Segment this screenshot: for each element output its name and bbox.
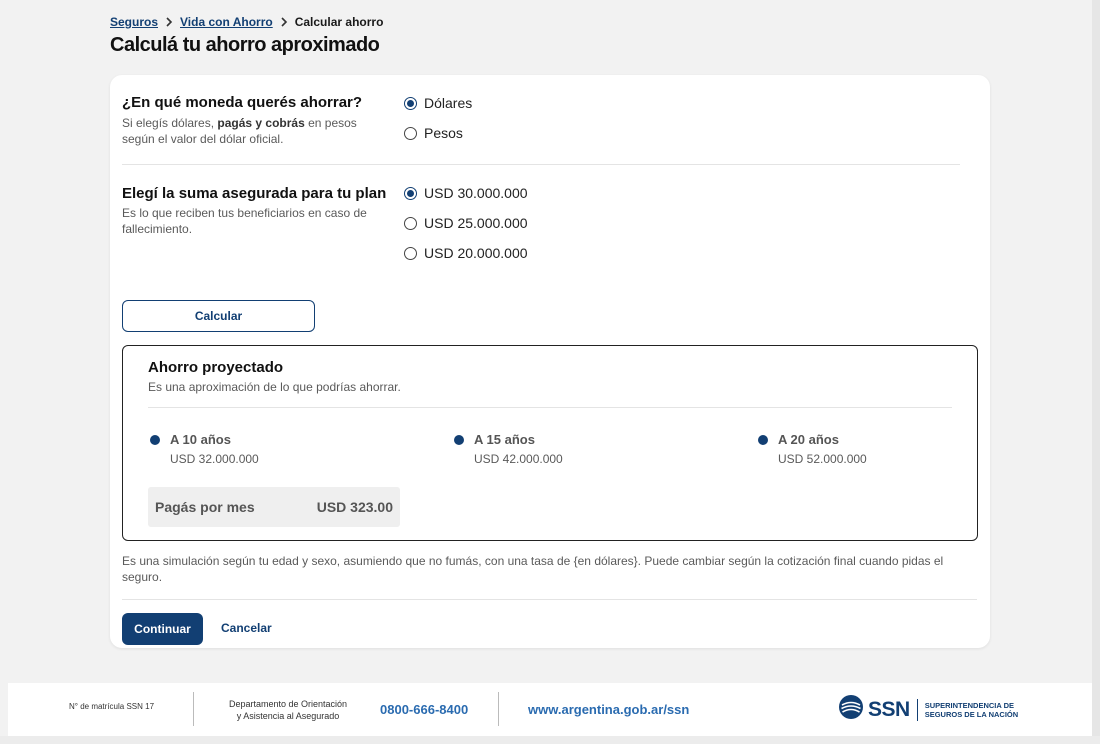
bullet-icon	[150, 435, 160, 445]
currency-desc-bold: pagás y cobrás	[217, 116, 305, 130]
footer-matricula: N° de matrícula SSN 17	[69, 702, 155, 711]
footer-separator	[498, 692, 499, 726]
sum-question-desc: Es lo que reciben tus beneficiarios en c…	[122, 206, 367, 236]
panel-divider	[148, 407, 952, 408]
breadcrumb-link-vida-con-ahorro[interactable]: Vida con Ahorro	[180, 15, 273, 29]
radio-icon	[404, 126, 417, 140]
projected-savings-title: Ahorro proyectado	[148, 359, 284, 376]
footer-dept-line1: Departamento de Orientación	[228, 699, 348, 709]
radio-label: USD 25.000.000	[424, 215, 528, 231]
bottom-strip	[0, 736, 1100, 744]
monthly-payment-box: Pagás por mes USD 323.00	[148, 487, 400, 527]
footer-phone-link[interactable]: 0800-666-8400	[380, 702, 468, 717]
window-frame-right	[1092, 0, 1100, 744]
chevron-right-icon	[164, 16, 174, 28]
window-frame-left	[0, 0, 8, 744]
disclaimer-text: Es una simulación según tu edad y sexo, …	[122, 554, 944, 584]
currency-question-desc: Si elegís dólares, pagás y cobrás en pes…	[122, 116, 357, 146]
projection-label: A 15 años	[474, 432, 535, 447]
radio-label: USD 30.000.000	[424, 185, 528, 201]
radio-option-usd-30m[interactable]: USD 30.000.000	[404, 185, 528, 201]
projection-value: USD 42.000.000	[474, 452, 563, 466]
chevron-right-icon	[279, 16, 289, 28]
ssn-org-name: SUPERINTENDENCIA DE SEGUROS DE LA NACIÓN	[925, 701, 1018, 719]
footer-website-link[interactable]: www.argentina.gob.ar/ssn	[528, 702, 689, 717]
ssn-logo-text: SSN	[868, 697, 910, 721]
bullet-icon	[454, 435, 464, 445]
footer-separator	[193, 692, 194, 726]
section-divider	[122, 164, 960, 165]
radio-option-pesos[interactable]: Pesos	[404, 125, 463, 141]
breadcrumb-link-seguros[interactable]: Seguros	[110, 15, 158, 29]
radio-label: Dólares	[424, 95, 473, 111]
projection-label: A 10 años	[170, 432, 231, 447]
calculator-card: ¿En qué moneda querés ahorrar? Si elegís…	[110, 75, 990, 648]
monthly-payment-label: Pagás por mes	[155, 499, 255, 515]
radio-option-usd-25m[interactable]: USD 25.000.000	[404, 215, 528, 231]
page-title: Calculá tu ahorro aproximado	[110, 34, 380, 56]
footer: N° de matrícula SSN 17 Departamento de O…	[8, 683, 1092, 736]
radio-icon	[404, 246, 417, 260]
org-line2: SEGUROS DE LA NACIÓN	[924, 709, 1019, 719]
radio-selected-icon	[404, 186, 417, 200]
breadcrumb: Seguros Vida con Ahorro Calcular ahorro	[110, 15, 383, 29]
radio-option-usd-20m[interactable]: USD 20.000.000	[404, 245, 528, 261]
projection-label: A 20 años	[778, 432, 839, 447]
radio-selected-icon	[404, 96, 417, 110]
org-line1: SUPERINTENDENCIA DE	[924, 700, 1015, 710]
monthly-payment-value: USD 323.00	[316, 499, 393, 515]
radio-label: USD 20.000.000	[424, 245, 528, 261]
projected-savings-desc: Es una aproximación de lo que podrías ah…	[148, 380, 401, 394]
projection-value: USD 32.000.000	[170, 452, 259, 466]
footer-dept-line2: y Asistencia al Asegurado	[236, 711, 340, 721]
ssn-logo-icon	[838, 694, 864, 725]
calculate-button[interactable]: Calcular	[122, 300, 315, 332]
breadcrumb-current: Calcular ahorro	[294, 15, 384, 29]
footer-department: Departamento de Orientación y Asistencia…	[208, 698, 368, 722]
cancel-button[interactable]: Cancelar	[221, 621, 272, 635]
logo-separator	[916, 698, 918, 721]
projected-savings-panel: Ahorro proyectado Es una aproximación de…	[122, 345, 978, 541]
actions-divider	[122, 599, 977, 600]
continue-button[interactable]: Continuar	[122, 613, 203, 645]
sum-question-title: Elegí la suma asegurada para tu plan	[122, 185, 387, 202]
radio-option-dolares[interactable]: Dólares	[404, 95, 472, 111]
ssn-logo: SSN SUPERINTENDENCIA DE SEGUROS DE LA NA…	[838, 694, 1018, 725]
radio-icon	[404, 216, 417, 230]
currency-question-title: ¿En qué moneda querés ahorrar?	[122, 94, 363, 111]
radio-label: Pesos	[424, 125, 463, 141]
bullet-icon	[758, 435, 768, 445]
projection-value: USD 52.000.000	[778, 452, 867, 466]
